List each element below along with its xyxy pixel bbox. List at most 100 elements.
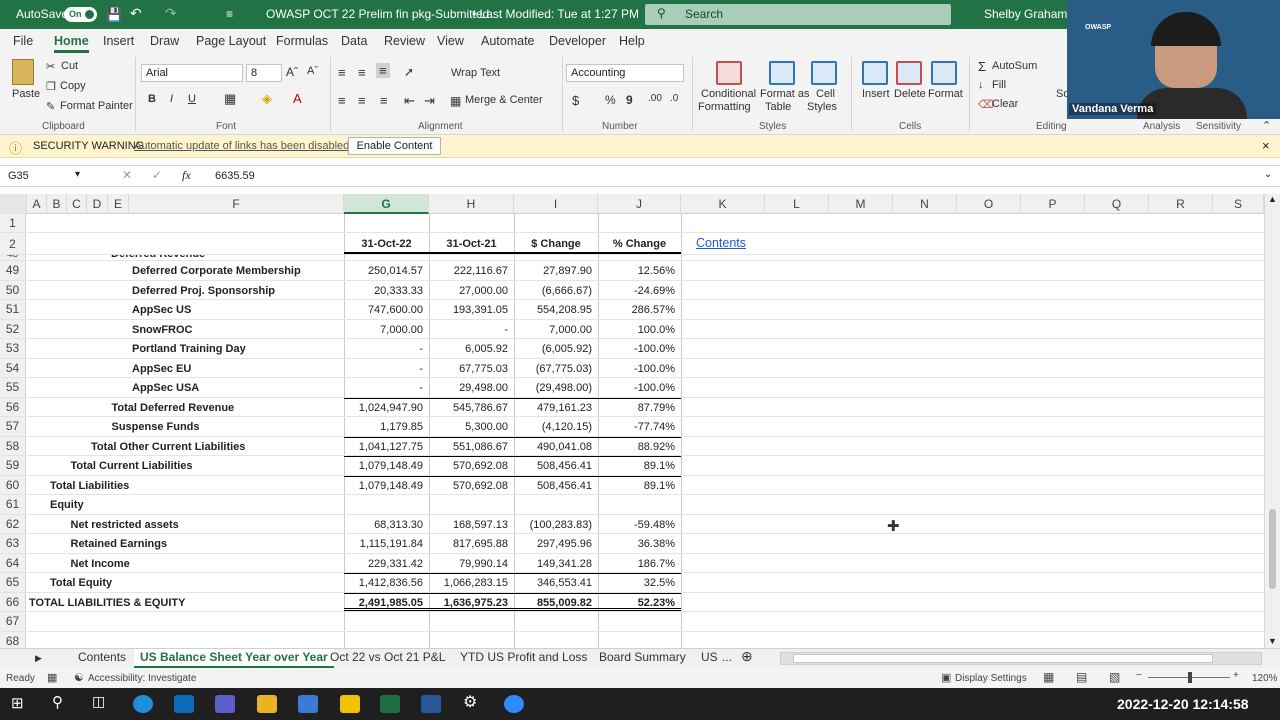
delete-cells-icon[interactable] bbox=[896, 61, 922, 85]
cell-g[interactable]: 1,412,836.56 bbox=[344, 577, 423, 589]
row-number[interactable]: 64 bbox=[0, 553, 26, 572]
horizontal-scrollbar-thumb[interactable] bbox=[793, 654, 1213, 663]
row-number[interactable]: 50 bbox=[0, 280, 26, 299]
col-header-h[interactable]: H bbox=[429, 194, 514, 214]
settings-gear-icon[interactable]: ⚙ bbox=[463, 692, 477, 712]
fill-button[interactable]: Fill bbox=[992, 79, 1006, 91]
cell-j[interactable]: 100.0% bbox=[598, 324, 675, 336]
table-row[interactable]: 1 bbox=[0, 214, 1264, 233]
cell-j[interactable]: -59.48% bbox=[598, 519, 675, 531]
grow-font-icon[interactable]: Aˆ bbox=[286, 65, 298, 79]
col-header-o[interactable]: O bbox=[957, 194, 1021, 214]
table-row[interactable]: 54 AppSec EU -67,775.03 (67,775.03) -100.0% bbox=[0, 358, 1264, 378]
table-row[interactable]: 50 Deferred Proj. Sponsorship 20,333.33 27,… bbox=[0, 280, 1264, 300]
sheet-tab-contents[interactable]: Contents bbox=[78, 650, 126, 664]
cell-i[interactable]: (29,498.00) bbox=[514, 382, 592, 394]
decrease-decimal-icon[interactable]: .0 bbox=[670, 93, 678, 104]
cell-h[interactable]: 570,692.08 bbox=[429, 460, 508, 472]
select-all-corner[interactable] bbox=[0, 194, 27, 214]
col-header-s[interactable]: S bbox=[1213, 194, 1264, 214]
cancel-icon[interactable]: ✕ bbox=[122, 168, 132, 182]
cell-j[interactable]: -77.74% bbox=[598, 421, 675, 433]
cell-j[interactable]: -100.0% bbox=[598, 343, 675, 355]
autosum-icon[interactable]: Σ bbox=[978, 59, 986, 74]
outlook-icon[interactable] bbox=[174, 695, 194, 713]
cell-h[interactable]: 29,498.00 bbox=[429, 382, 508, 394]
cell-i[interactable]: (67,775.03) bbox=[514, 363, 592, 375]
cell-g[interactable]: 1,079,148.49 bbox=[344, 480, 423, 492]
table-row[interactable]: 51 AppSec US 747,600.00 193,391.05 554,208.9… bbox=[0, 300, 1264, 320]
close-icon[interactable]: × bbox=[1262, 138, 1270, 153]
cell-g[interactable]: 1,179.85 bbox=[344, 421, 423, 433]
col-header-i[interactable]: I bbox=[514, 194, 598, 214]
table-row[interactable]: 65 Total Equity 1,412,836.56 1,066,283.15 34… bbox=[0, 573, 1264, 593]
cell-i[interactable]: 297,495.96 bbox=[514, 538, 592, 550]
fill-icon[interactable]: ↓ bbox=[978, 79, 984, 91]
formula-input[interactable]: 6635.59 bbox=[215, 170, 255, 182]
cell-i[interactable]: 346,553.41 bbox=[514, 577, 592, 589]
underline-icon[interactable]: U bbox=[188, 93, 196, 105]
insert-cells-button[interactable]: Insert bbox=[862, 88, 890, 100]
zoom-app-icon[interactable] bbox=[504, 695, 524, 713]
font-color-icon[interactable]: A bbox=[293, 91, 302, 106]
borders-icon[interactable]: ▦ bbox=[224, 91, 236, 107]
tab-help[interactable]: Help bbox=[619, 34, 645, 48]
zoom-level[interactable]: 120% bbox=[1252, 673, 1278, 684]
collapse-ribbon-icon[interactable]: ⌃ bbox=[1262, 119, 1271, 132]
paste-button[interactable]: Paste bbox=[12, 88, 40, 100]
vertical-scrollbar[interactable]: ▲ ▼ bbox=[1264, 194, 1280, 648]
cell-h[interactable]: 193,391.05 bbox=[429, 304, 508, 316]
increase-decimal-icon[interactable]: .00 bbox=[648, 93, 662, 104]
search-icon[interactable]: ⚲ bbox=[52, 693, 63, 711]
cell-i[interactable]: 479,161.23 bbox=[514, 402, 592, 414]
cell-i[interactable]: 7,000.00 bbox=[514, 324, 592, 336]
col-header-j[interactable]: J bbox=[598, 194, 681, 214]
row-number[interactable]: 52 bbox=[0, 319, 26, 338]
autosum-button[interactable]: AutoSum bbox=[992, 60, 1037, 72]
row-number[interactable]: 1 bbox=[0, 214, 26, 232]
scroll-down-icon[interactable]: ▼ bbox=[1268, 636, 1277, 646]
row-number[interactable]: 59 bbox=[0, 456, 26, 475]
cell-i[interactable]: 490,041.08 bbox=[514, 441, 592, 453]
tab-insert[interactable]: Insert bbox=[103, 34, 134, 48]
scroll-tabs-right-icon[interactable]: ▶ bbox=[35, 653, 42, 664]
display-settings-button[interactable]: Display Settings bbox=[955, 673, 1027, 684]
cell-j[interactable]: 87.79% bbox=[598, 402, 675, 414]
cell-j[interactable]: 89.1% bbox=[598, 480, 675, 492]
row-number[interactable]: 63 bbox=[0, 534, 26, 553]
cell-j[interactable]: 89.1% bbox=[598, 460, 675, 472]
row-number[interactable]: 49 bbox=[0, 261, 26, 280]
table-row[interactable]: 61 Equity bbox=[0, 495, 1264, 515]
cell-g[interactable]: - bbox=[344, 382, 423, 394]
cell-h[interactable]: 6,005.92 bbox=[429, 343, 508, 355]
cell-g[interactable]: 2,491,985.05 bbox=[344, 597, 423, 609]
bold-icon[interactable]: B bbox=[148, 93, 156, 105]
tab-file[interactable]: File bbox=[13, 34, 33, 48]
windows-start-icon[interactable]: ⊞ bbox=[11, 694, 24, 712]
cell-j[interactable]: 36.38% bbox=[598, 538, 675, 550]
page-break-icon[interactable]: ▧ bbox=[1109, 670, 1120, 684]
user-name[interactable]: Shelby Graham bbox=[984, 7, 1067, 21]
add-sheet-icon[interactable]: ⊕ bbox=[741, 648, 753, 665]
horizontal-scrollbar[interactable] bbox=[780, 652, 1262, 665]
row-number[interactable]: 53 bbox=[0, 339, 26, 358]
row-number[interactable]: 66 bbox=[0, 592, 26, 611]
tab-developer[interactable]: Developer bbox=[549, 34, 606, 48]
table-row[interactable]: 58 Total Other Current Liabilities 1,041,1… bbox=[0, 436, 1264, 456]
cell-j[interactable]: -24.69% bbox=[598, 285, 675, 297]
table-row[interactable]: 68 bbox=[0, 631, 1264, 648]
bottom-align-icon[interactable]: ≡ bbox=[376, 63, 390, 78]
delete-cells-button[interactable]: Delete bbox=[894, 88, 926, 100]
zoom-in-icon[interactable]: + bbox=[1233, 670, 1239, 681]
comma-icon[interactable]: 9 bbox=[626, 93, 633, 107]
cell-g[interactable]: 747,600.00 bbox=[344, 304, 423, 316]
format-cells-icon[interactable] bbox=[931, 61, 957, 85]
accessibility-icon[interactable]: ☯ bbox=[74, 671, 84, 684]
macro-icon[interactable]: ▦ bbox=[47, 671, 57, 684]
save-icon[interactable]: 💾 bbox=[106, 7, 122, 23]
row-number[interactable]: 2 bbox=[0, 233, 26, 254]
col-header-c[interactable]: C bbox=[67, 194, 87, 214]
row-number[interactable]: 61 bbox=[0, 495, 26, 514]
col-header-p[interactable]: P bbox=[1021, 194, 1085, 214]
scroll-up-icon[interactable]: ▲ bbox=[1268, 194, 1277, 204]
